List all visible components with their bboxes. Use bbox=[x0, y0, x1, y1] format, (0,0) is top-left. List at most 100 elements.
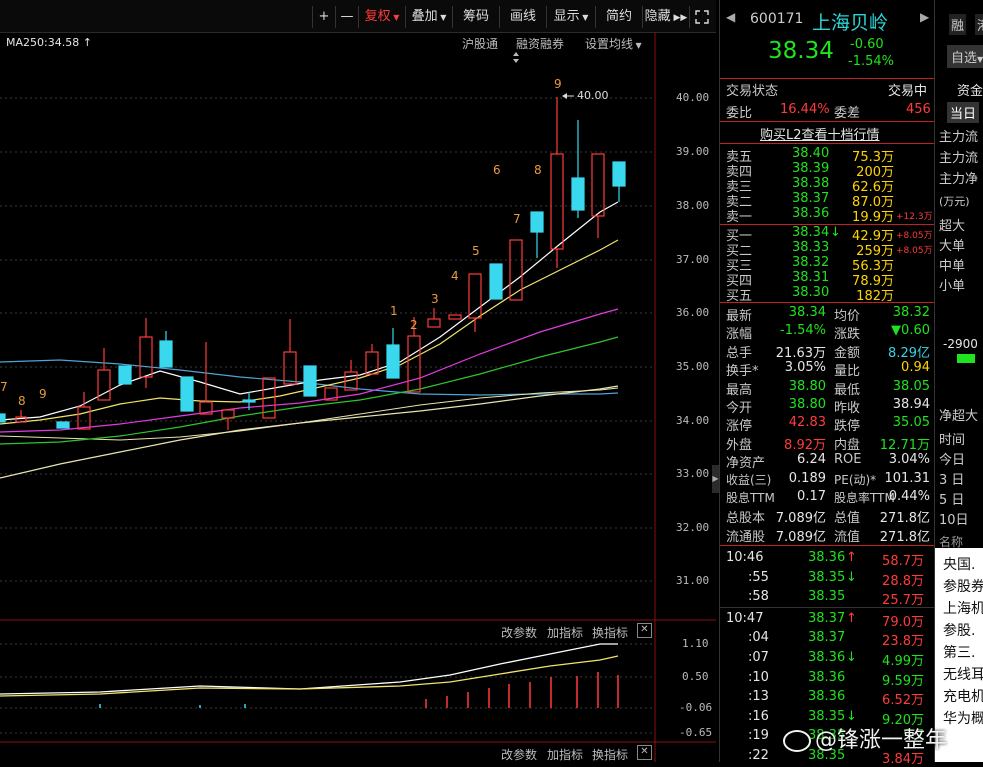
close-icon[interactable]: ✕ bbox=[637, 623, 652, 638]
down-arrow-icon: ↓ bbox=[830, 225, 841, 240]
unit-label: (万元) bbox=[939, 195, 970, 208]
chart-toolbar: + — 复权 ▼ 叠加 ▼ 筹码 画线 显示 ▼ 简约 隐藏 ▶▶ bbox=[0, 0, 716, 33]
count-label: 4 bbox=[451, 269, 459, 283]
tick-volume: 9.59万 bbox=[882, 673, 924, 689]
stat-value: 101.31 bbox=[884, 470, 931, 486]
divider bbox=[720, 302, 934, 303]
stat-value: 42.83 bbox=[788, 415, 826, 431]
news-item[interactable]: 参股券 bbox=[943, 576, 983, 596]
yincang-button[interactable]: 隐藏 ▶▶ bbox=[642, 6, 689, 28]
rongzi-link[interactable]: 融资融券 bbox=[516, 35, 564, 52]
divider bbox=[720, 121, 934, 122]
stat-label: 最低 bbox=[834, 382, 861, 398]
caret-down-icon: ▼ bbox=[633, 41, 642, 50]
stat-label: 金额 bbox=[834, 345, 861, 361]
tick-price: 38.36 bbox=[808, 650, 846, 665]
day-tab[interactable]: 3 日 bbox=[939, 469, 964, 488]
volume-switch-link[interactable]: 换指标 bbox=[592, 746, 628, 763]
time-label: 时间 bbox=[939, 433, 966, 448]
stat-value: 0.17 bbox=[797, 489, 826, 504]
stat-row: 涨幅 -1.54% 涨跌 ▼0.60 bbox=[720, 323, 934, 342]
down-arrow-icon: ↓ bbox=[846, 569, 857, 585]
indicator-switch-link[interactable]: 换指标 bbox=[592, 624, 628, 641]
expand-icon bbox=[695, 10, 709, 24]
ma-settings-dropdown[interactable]: 设置均线 ▼ bbox=[585, 35, 642, 52]
news-item[interactable]: 无线耳 bbox=[943, 664, 983, 684]
stat-value: 3.04% bbox=[888, 452, 930, 468]
zixuan-dropdown[interactable]: 自选▼ bbox=[947, 45, 983, 68]
stat-value: 7.089亿 bbox=[775, 511, 826, 527]
gang-tab[interactable]: 港 bbox=[975, 14, 983, 35]
kline-chart[interactable]: MA250:34.58 ↑ 沪股通 融资融券 设置均线 ▼ 40.00 39.0… bbox=[0, 32, 716, 762]
volume-params-link[interactable]: 改参数 bbox=[501, 746, 537, 763]
stat-value: 38.32 bbox=[892, 305, 930, 320]
day-tab[interactable]: 10日 bbox=[939, 509, 969, 528]
diejia-dropdown[interactable]: 叠加 ▼ bbox=[405, 6, 452, 28]
rong-tab[interactable]: 融 bbox=[949, 14, 967, 35]
stat-label: 换手* bbox=[726, 364, 759, 380]
day-tab[interactable]: 今日 bbox=[939, 449, 965, 468]
tick-row: :04 38.37 23.8万 bbox=[720, 630, 934, 649]
fuquan-dropdown[interactable]: 复权 ▼ bbox=[358, 6, 405, 28]
hugutong-link[interactable]: 沪股通 bbox=[462, 35, 498, 52]
fund-row: 主力流 bbox=[939, 130, 979, 145]
price-change-pct: -1.54% bbox=[848, 54, 894, 69]
news-item[interactable]: 央国. bbox=[943, 554, 975, 574]
stat-row: 外盘 8.92万 内盘 12.71万 bbox=[720, 434, 934, 453]
weibi-label: 委比 bbox=[726, 106, 753, 121]
stat-row: 最新 38.34 均价 38.32 bbox=[720, 305, 934, 324]
volume-add-link[interactable]: 加指标 bbox=[547, 746, 583, 763]
indicator-y-label: -0.65 bbox=[679, 726, 713, 739]
chouma-button[interactable]: 筹码 bbox=[452, 6, 499, 28]
count-label: 8 bbox=[534, 163, 542, 177]
news-item[interactable]: 第三. bbox=[943, 642, 975, 662]
stat-value: 0.189 bbox=[788, 470, 826, 486]
tick-time: :58 bbox=[748, 589, 769, 605]
last-price: 38.34 bbox=[768, 38, 834, 64]
dangri-tab[interactable]: 当日 bbox=[947, 102, 980, 123]
stat-value: 38.94 bbox=[892, 397, 930, 412]
stat-label: 流通股 bbox=[726, 529, 766, 545]
ask-price: 38.37 bbox=[792, 191, 830, 206]
stat-row: 流通股 7.089亿 流值 271.8亿 bbox=[720, 526, 934, 545]
indicator-add-link[interactable]: 加指标 bbox=[547, 624, 583, 641]
stat-label: 昨收 bbox=[834, 401, 861, 416]
count-label: 1 bbox=[390, 304, 398, 318]
ask-price: 38.40 bbox=[792, 146, 830, 161]
zijin-tab[interactable]: 资金 bbox=[957, 80, 983, 99]
l2-purchase-link[interactable]: 购买L2查看十档行情 bbox=[760, 124, 880, 143]
next-stock-icon[interactable]: ▶ bbox=[920, 10, 929, 24]
count-label: 9 bbox=[39, 387, 47, 401]
tick-price: 38.36 bbox=[808, 550, 846, 565]
news-item[interactable]: 上海机 bbox=[943, 598, 983, 618]
huaxian-button[interactable]: 画线 bbox=[499, 6, 546, 28]
stat-value: 0.94 bbox=[901, 360, 930, 376]
news-item[interactable]: 参股. bbox=[943, 620, 975, 640]
news-item[interactable]: 充电机 bbox=[943, 686, 983, 706]
bid-row: 买五 38.30 182万 bbox=[720, 285, 934, 304]
ask-price: 38.38 bbox=[792, 176, 830, 191]
y-tick-label: 38.00 bbox=[676, 199, 710, 212]
tick-volume: 79.0万 bbox=[882, 614, 924, 630]
day-tab[interactable]: 5 日 bbox=[939, 489, 964, 508]
tick-volume: 25.7万 bbox=[882, 593, 924, 609]
tick-price: 38.37 bbox=[808, 610, 846, 626]
stat-value: 38.80 bbox=[788, 378, 826, 394]
xianshi-dropdown[interactable]: 显示 ▼ bbox=[546, 6, 595, 28]
indicator-params-link[interactable]: 改参数 bbox=[501, 624, 537, 641]
weibi-row: 委比 16.44% 委差 456 bbox=[720, 102, 934, 121]
jianyue-button[interactable]: 简约 bbox=[595, 6, 642, 28]
zoom-out-button[interactable]: — bbox=[335, 6, 358, 28]
prev-stock-icon[interactable]: ◀ bbox=[726, 10, 735, 24]
stat-label: 均价 bbox=[834, 309, 861, 324]
indicator-y-label: 1.10 bbox=[682, 637, 709, 650]
zoom-in-button[interactable]: + bbox=[312, 6, 335, 28]
tick-time: 10:46 bbox=[726, 550, 764, 565]
fullscreen-icon[interactable] bbox=[689, 6, 714, 28]
quote-panel: ◀ 600171 上海贝岭 ▶ 38.34 -0.60 -1.54% 交易状态 … bbox=[719, 0, 934, 767]
collapse-panel-icon[interactable]: ▶ bbox=[712, 465, 719, 493]
news-item[interactable]: 华为概 bbox=[943, 708, 983, 728]
status-value: 交易中 bbox=[888, 84, 928, 99]
y-tick-label: 35.00 bbox=[676, 360, 710, 373]
close-icon[interactable]: ✕ bbox=[637, 745, 652, 760]
